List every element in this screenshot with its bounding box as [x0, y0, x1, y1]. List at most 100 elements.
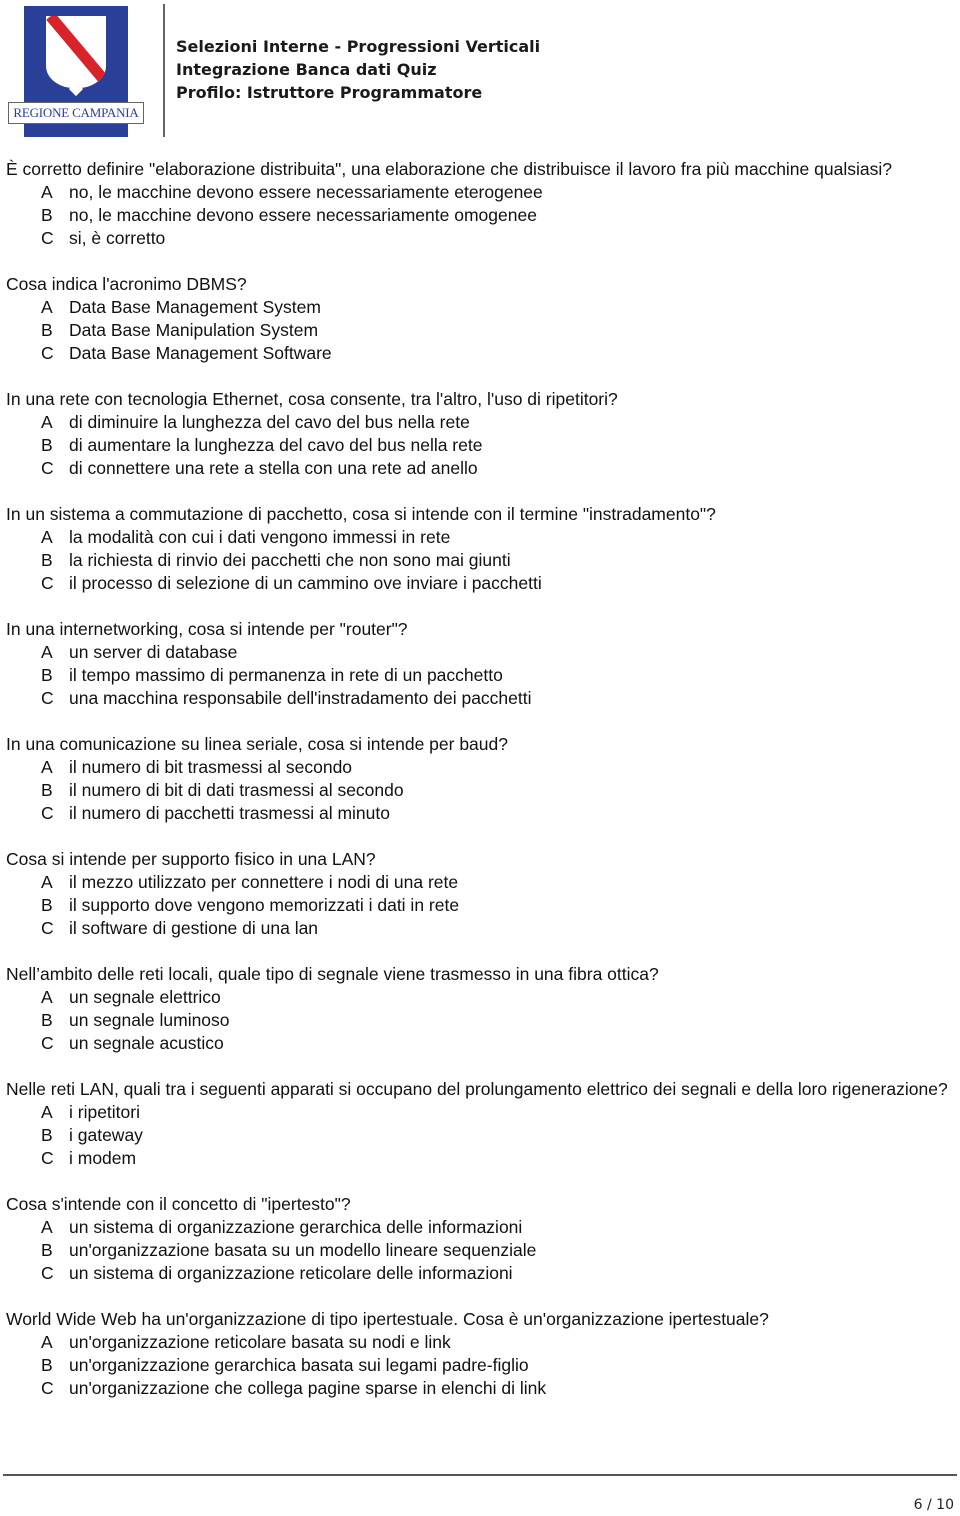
- question-text: Cosa indica l'acronimo DBMS?: [6, 274, 247, 294]
- answer-options: Ano, le macchine devono essere necessari…: [6, 181, 956, 250]
- answer-option: Ail numero di bit trasmessi al secondo: [6, 756, 956, 779]
- question-text: In una rete con tecnologia Ethernet, cos…: [6, 389, 618, 409]
- quiz-question: World Wide Web ha un'organizzazione di t…: [6, 1308, 956, 1400]
- header-title-line: Selezioni Interne - Progressioni Vertica…: [176, 37, 541, 56]
- option-letter: A: [41, 1217, 53, 1237]
- option-letter: C: [41, 573, 54, 593]
- option-text: il tempo massimo di permanenza in rete d…: [69, 665, 503, 685]
- option-text: un segnale acustico: [69, 1033, 224, 1053]
- quiz-question: In un sistema a commutazione di pacchett…: [6, 503, 956, 595]
- option-text: un server di database: [69, 642, 238, 662]
- option-letter: C: [41, 458, 54, 478]
- option-text: i ripetitori: [69, 1102, 140, 1122]
- question-text: In una internetworking, cosa si intende …: [6, 619, 408, 639]
- option-letter: C: [41, 803, 54, 823]
- answer-option: Bil numero di bit di dati trasmessi al s…: [6, 779, 956, 802]
- question-text: In una comunicazione su linea seriale, c…: [6, 734, 508, 754]
- option-letter: B: [41, 1010, 53, 1030]
- answer-options: Ala modalità con cui i dati vengono imme…: [6, 526, 956, 595]
- option-letter: C: [41, 918, 54, 938]
- question-text: World Wide Web ha un'organizzazione di t…: [6, 1309, 769, 1329]
- quiz-question: Cosa indica l'acronimo DBMS? A Data Base M…: [6, 273, 956, 365]
- option-letter: C: [41, 343, 54, 363]
- answer-option: Cun'organizzazione che collega pagine sp…: [6, 1377, 956, 1400]
- answer-options: Adi diminuire la lunghezza del cavo del …: [6, 411, 956, 480]
- answer-options: Aun segnale elettrico Bun segnale luminos…: [6, 986, 956, 1055]
- quiz-question: Cosa si intende per supporto fisico in u…: [6, 848, 956, 940]
- quiz-question: È corretto definire "elaborazione distri…: [6, 158, 956, 250]
- option-text: un sistema di organizzazione gerarchica …: [69, 1217, 523, 1237]
- option-letter: B: [41, 780, 53, 800]
- option-text: il processo di selezione di un cammino o…: [69, 573, 542, 593]
- option-text: il mezzo utilizzato per connettere i nod…: [69, 872, 459, 892]
- answer-options: Ail numero di bit trasmessi al secondo Bi…: [6, 756, 956, 825]
- answer-option: Cil software di gestione di una lan: [6, 917, 956, 940]
- question-text: Nelle reti LAN, quali tra i seguenti app…: [6, 1079, 948, 1099]
- answer-option: Bil supporto dove vengono memorizzati i …: [6, 894, 956, 917]
- red-diagonal-band: [46, 16, 106, 88]
- option-letter: C: [41, 1378, 54, 1398]
- answer-options: A Data Base Management System B Data Base M…: [6, 296, 956, 365]
- page-header: REGIONE CAMPANIA Selezioni Interne - Pro…: [0, 0, 960, 140]
- option-text: il numero di pacchetti trasmessi al minu…: [69, 803, 390, 823]
- option-text: un'organizzazione basata su un modello l…: [69, 1240, 537, 1260]
- option-letter: B: [41, 895, 53, 915]
- answer-option: Ai ripetitori: [6, 1101, 956, 1124]
- answer-option: Bun segnale luminoso: [6, 1009, 956, 1032]
- question-text: In un sistema a commutazione di pacchett…: [6, 504, 716, 524]
- answer-option: Bil tempo massimo di permanenza in rete …: [6, 664, 956, 687]
- answer-option: Ala modalità con cui i dati vengono imme…: [6, 526, 956, 549]
- answer-option: Cil processo di selezione di un cammino …: [6, 572, 956, 595]
- option-text: il software di gestione di una lan: [69, 918, 319, 938]
- answer-option: Ail mezzo utilizzato per connettere i no…: [6, 871, 956, 894]
- quiz-question: Cosa s'intende con il concetto di "ipert…: [6, 1193, 956, 1285]
- answer-option: B Data Base Manipulation System: [6, 319, 956, 342]
- footer-rule: [3, 1474, 957, 1476]
- logo-label: REGIONE CAMPANIA: [8, 102, 144, 124]
- option-text: i modem: [69, 1148, 137, 1168]
- option-text: una macchina responsabile dell'instradam…: [69, 688, 532, 708]
- answer-option: Cdi connettere una rete a stella con una…: [6, 457, 956, 480]
- option-text: il numero di bit di dati trasmessi al se…: [69, 780, 404, 800]
- option-text: un'organizzazione che collega pagine spa…: [69, 1378, 547, 1398]
- question-text: È corretto definire "elaborazione distri…: [6, 159, 892, 179]
- option-text: di connettere una rete a stella con una …: [69, 458, 478, 478]
- option-letter: B: [41, 1355, 53, 1375]
- answer-option: C Data Base Management Software: [6, 342, 956, 365]
- option-text: il supporto dove vengono memorizzati i d…: [69, 895, 460, 915]
- option-letter: C: [41, 1148, 54, 1168]
- option-text: un sistema di organizzazione reticolare …: [69, 1263, 513, 1283]
- answer-option: Bi gateway: [6, 1124, 956, 1147]
- option-letter: B: [41, 665, 53, 685]
- quiz-question: In una rete con tecnologia Ethernet, cos…: [6, 388, 956, 480]
- quiz-question: Nelle reti LAN, quali tra i seguenti app…: [6, 1078, 956, 1170]
- answer-option: Aun sistema di organizzazione gerarchica…: [6, 1216, 956, 1239]
- option-letter: B: [41, 550, 53, 570]
- header-title-line: Profilo: Istruttore Programmatore: [176, 83, 483, 102]
- quiz-question: In una internetworking, cosa si intende …: [6, 618, 956, 710]
- question-text: Cosa s'intende con il concetto di "ipert…: [6, 1194, 351, 1214]
- answer-option: Bun'organizzazione gerarchica basata sui…: [6, 1354, 956, 1377]
- option-letter: A: [41, 1102, 53, 1122]
- option-letter: B: [41, 1125, 53, 1145]
- answer-option: Csi, è corretto: [6, 227, 956, 250]
- option-letter: A: [41, 872, 53, 892]
- quiz-question: Nell’ambito delle reti locali, quale tip…: [6, 963, 956, 1055]
- option-letter: C: [41, 1263, 54, 1283]
- answer-option: Bno, le macchine devono essere necessari…: [6, 204, 956, 227]
- question-text: Nell’ambito delle reti locali, quale tip…: [6, 964, 659, 984]
- answer-option: Aun'organizzazione reticolare basata su …: [6, 1331, 956, 1354]
- option-text: Data Base Management Software: [69, 343, 332, 363]
- option-letter: A: [41, 987, 53, 1007]
- option-letter: A: [41, 757, 53, 777]
- option-text: Data Base Management System: [69, 297, 321, 317]
- answer-option: Bla richiesta di rinvio dei pacchetti ch…: [6, 549, 956, 572]
- answer-option: Bun'organizzazione basata su un modello …: [6, 1239, 956, 1262]
- option-text: di diminuire la lunghezza del cavo del b…: [69, 412, 470, 432]
- option-letter: A: [41, 1332, 53, 1352]
- option-letter: B: [41, 320, 53, 340]
- header-divider: [163, 4, 165, 137]
- answer-option: Ci modem: [6, 1147, 956, 1170]
- answer-options: Aun sistema di organizzazione gerarchica…: [6, 1216, 956, 1285]
- answer-option: Ano, le macchine devono essere necessari…: [6, 181, 956, 204]
